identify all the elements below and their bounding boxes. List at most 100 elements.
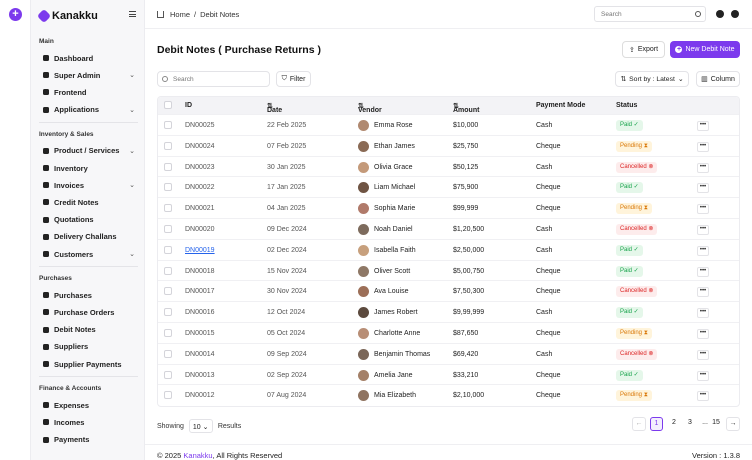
row-id[interactable]: DN00022 (185, 184, 215, 191)
more-actions-icon[interactable]: ••• (697, 370, 709, 381)
row-vendor[interactable]: Amelia Jane (374, 372, 413, 379)
row-vendor[interactable]: Emma Rose (374, 122, 413, 129)
more-actions-icon[interactable]: ••• (697, 162, 709, 173)
export-button[interactable]: ⇪ Export (622, 41, 665, 58)
row-vendor[interactable]: Benjamin Thomas (374, 351, 430, 358)
row-checkbox[interactable] (164, 349, 172, 358)
sidebar-item[interactable]: Applications ⌄ (43, 104, 135, 116)
header-vendor[interactable]: Vendor ⇅ (358, 102, 382, 114)
row-vendor[interactable]: Charlotte Anne (374, 330, 420, 337)
more-actions-icon[interactable]: ••• (697, 329, 709, 339)
row-id[interactable]: DN00013 (185, 372, 215, 379)
more-actions-icon[interactable]: ••• (697, 266, 709, 277)
list-search-input[interactable] (157, 71, 270, 87)
row-id[interactable]: DN00025 (185, 122, 215, 129)
row-vendor[interactable]: Mia Elizabeth (374, 392, 416, 399)
settings-icon[interactable] (731, 10, 739, 18)
row-checkbox[interactable] (164, 162, 172, 171)
sidebar-item[interactable]: Credit Notes (43, 196, 135, 208)
row-checkbox[interactable] (164, 183, 172, 192)
row-checkbox[interactable] (164, 370, 172, 379)
new-debit-note-button[interactable]: + New Debit Note (670, 41, 740, 58)
select-all-checkbox[interactable] (164, 101, 172, 109)
notification-icon[interactable] (716, 10, 724, 18)
sidebar-item[interactable]: Incomes (43, 416, 135, 428)
row-id[interactable]: DN00020 (185, 226, 215, 233)
row-id[interactable]: DN00012 (185, 392, 215, 399)
more-actions-icon[interactable]: ••• (697, 287, 709, 298)
row-vendor[interactable]: Noah Daniel (374, 226, 413, 233)
filter-button[interactable]: ⛉ Filter (276, 71, 311, 87)
row-checkbox[interactable] (164, 329, 172, 337)
row-id[interactable]: DN00023 (185, 164, 215, 171)
row-vendor[interactable]: Ethan James (374, 143, 415, 150)
row-vendor[interactable]: Ava Louise (374, 288, 409, 295)
sidebar-item[interactable]: Quotations (43, 214, 135, 226)
row-id[interactable]: DN00018 (185, 268, 215, 275)
sidebar-item[interactable]: Dashboard (43, 52, 135, 64)
page-2-button[interactable]: 2 (667, 417, 681, 431)
sidebar-item[interactable]: Purchase Orders (43, 306, 135, 318)
row-id[interactable]: DN00015 (185, 330, 215, 337)
row-id[interactable]: DN00017 (185, 288, 215, 295)
brand[interactable]: Kanakku (36, 8, 98, 24)
sidebar-item[interactable]: Purchases (43, 289, 135, 301)
more-actions-icon[interactable]: ••• (697, 391, 709, 402)
sidebar-item[interactable]: Inventory (43, 162, 135, 174)
sidebar-item[interactable]: Expenses (43, 399, 135, 411)
sidebar-item[interactable]: Invoices ⌄ (43, 179, 135, 191)
row-id[interactable]: DN00016 (185, 309, 215, 316)
sidebar-item[interactable]: Customers ⌄ (43, 248, 135, 260)
footer-brand-link[interactable]: Kanakku (183, 451, 212, 460)
row-id[interactable]: DN00024 (185, 143, 215, 150)
row-checkbox[interactable] (164, 266, 172, 275)
row-checkbox[interactable] (164, 121, 172, 129)
sidebar-item[interactable]: Delivery Challans (43, 231, 135, 243)
breadcrumb-home[interactable]: Home (170, 10, 190, 19)
more-actions-icon[interactable]: ••• (697, 308, 709, 319)
row-checkbox[interactable] (164, 204, 172, 213)
row-checkbox[interactable] (164, 287, 172, 296)
search-icon[interactable] (695, 11, 701, 17)
header-status[interactable]: Status (616, 102, 637, 109)
menu-toggle-icon[interactable] (129, 11, 136, 17)
sort-dropdown[interactable]: ⇅ Sort by : Latest ⌄ (615, 71, 689, 87)
more-actions-icon[interactable]: ••• (697, 204, 709, 215)
sidebar-item[interactable]: Frontend (43, 86, 135, 98)
row-checkbox[interactable] (164, 391, 172, 400)
header-date[interactable]: Date ⇅ (267, 102, 282, 114)
row-id[interactable]: DN00014 (185, 351, 215, 358)
page-15-button[interactable]: 15 (709, 417, 723, 431)
column-button[interactable]: ▥ Column (696, 71, 740, 87)
more-actions-icon[interactable]: ••• (697, 183, 709, 194)
row-id[interactable]: DN00019 (185, 247, 215, 254)
sidebar-item[interactable]: Payments (43, 434, 135, 446)
prev-page-button[interactable]: ← (632, 417, 646, 431)
more-actions-icon[interactable]: ••• (697, 225, 709, 235)
row-vendor[interactable]: Isabella Faith (374, 247, 416, 254)
row-vendor[interactable]: James Robert (374, 309, 418, 316)
more-actions-icon[interactable]: ••• (697, 349, 709, 360)
sidebar-item[interactable]: Debit Notes (43, 324, 135, 336)
sidebar-item[interactable]: Super Admin ⌄ (43, 69, 135, 81)
add-icon[interactable]: + (9, 8, 22, 21)
row-id[interactable]: DN00021 (185, 205, 215, 212)
header-amount[interactable]: Amount ⇅ (453, 102, 479, 114)
sidebar-item[interactable]: Product / Services ⌄ (43, 145, 135, 157)
row-vendor[interactable]: Oliver Scott (374, 268, 410, 275)
page-3-button[interactable]: 3 (683, 417, 697, 431)
page-1-button[interactable]: 1 (650, 417, 663, 431)
top-search-input[interactable] (594, 6, 706, 22)
row-checkbox[interactable] (164, 245, 172, 254)
row-checkbox[interactable] (164, 225, 172, 233)
more-actions-icon[interactable]: ••• (697, 245, 709, 256)
home-icon[interactable] (157, 11, 164, 18)
row-vendor[interactable]: Olivia Grace (374, 164, 413, 171)
row-vendor[interactable]: Sophia Marie (374, 205, 415, 212)
row-checkbox[interactable] (164, 141, 172, 150)
more-actions-icon[interactable]: ••• (697, 141, 709, 152)
sidebar-item[interactable]: Suppliers (43, 341, 135, 353)
row-checkbox[interactable] (164, 308, 172, 317)
header-id[interactable]: ID (185, 102, 192, 109)
header-payment-mode[interactable]: Payment Mode (536, 102, 585, 109)
